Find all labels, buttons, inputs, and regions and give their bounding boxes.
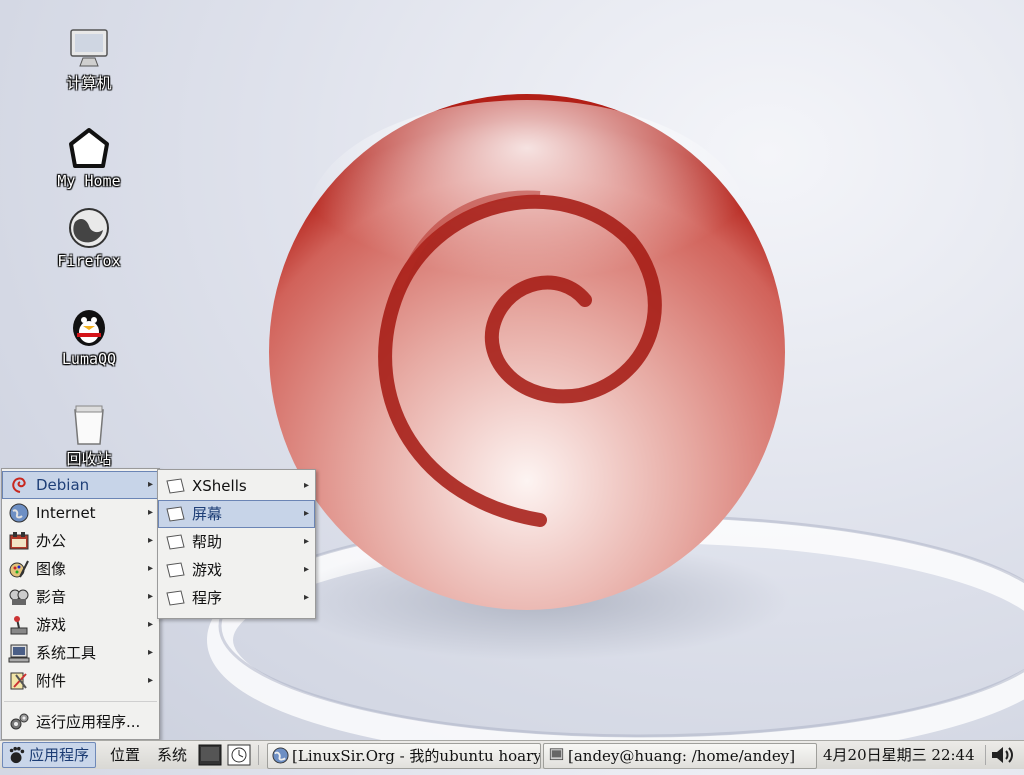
submenu-arrow-icon: ▸ <box>147 591 153 602</box>
multimedia-icon <box>9 589 29 605</box>
desktop-icon-trash[interactable]: 回收站 <box>34 402 144 469</box>
menu-item-label: 程序 <box>192 589 223 607</box>
submenu-item-games[interactable]: 游戏 ▸ <box>158 556 315 584</box>
clock-app-icon <box>227 744 251 766</box>
menu-item-accessories[interactable]: 附件 ▸ <box>2 667 159 695</box>
bottom-panel: 应用程序 位置 系统 [LinuxSir.Org - 我的ubuntu hoar… <box>0 740 1024 769</box>
menu-item-office[interactable]: 办公 ▸ <box>2 527 159 555</box>
graphics-icon <box>9 560 29 578</box>
menu-item-label: XShells <box>192 477 247 495</box>
folder-icon <box>166 478 185 494</box>
folder-icon <box>166 590 185 606</box>
submenu-item-help[interactable]: 帮助 ▸ <box>158 528 315 556</box>
taskbar-button-firefox[interactable]: [LinuxSir.Org - 我的ubuntu hoary... <box>267 743 541 769</box>
menu-item-label: 系统工具 <box>36 644 97 662</box>
desktop-icon-lumaqq[interactable]: LumaQQ <box>34 304 144 368</box>
menu-item-label: 帮助 <box>192 533 223 551</box>
run-gears-icon <box>10 713 29 730</box>
folder-icon <box>166 534 185 550</box>
clock-label: 4月20日星期三 22:44 <box>823 746 975 764</box>
folder-icon <box>166 506 185 522</box>
menu-item-label: Internet <box>36 504 96 522</box>
submenu-arrow-icon: ▸ <box>147 507 153 518</box>
debian-submenu: XShells ▸ 屏幕 ▸ 帮助 ▸ 游戏 ▸ 程序 ▸ <box>157 469 316 619</box>
menu-item-label: 附件 <box>36 672 67 690</box>
menu-item-run-application[interactable]: 运行应用程序... <box>2 708 159 736</box>
taskbar-label: [andey@huang: /home/andey] <box>568 747 796 765</box>
clock[interactable]: 4月20日星期三 22:44 <box>823 741 975 769</box>
terminal-launcher[interactable] <box>198 743 222 771</box>
menu-item-label: 屏幕 <box>192 505 223 523</box>
menu-item-label: 图像 <box>36 560 67 578</box>
system-tools-icon <box>8 644 30 663</box>
submenu-arrow-icon: ▸ <box>147 535 153 546</box>
terminal-icon <box>549 748 564 761</box>
submenu-item-xshells[interactable]: XShells ▸ <box>158 472 315 500</box>
desktop-icon-computer[interactable]: 计算机 <box>34 26 144 93</box>
home-icon <box>69 128 109 168</box>
submenu-arrow-icon: ▸ <box>147 619 153 630</box>
screenshot-launcher[interactable] <box>227 743 251 771</box>
menu-item-label: Debian <box>36 476 90 494</box>
joystick-icon <box>10 616 28 635</box>
places-menu-button[interactable]: 位置 <box>110 741 140 769</box>
folder-icon <box>166 562 185 578</box>
desktop-icon-label: Firefox <box>57 252 121 270</box>
menu-item-label: 游戏 <box>192 561 223 579</box>
desktop-icon-firefox[interactable]: Firefox <box>34 206 144 270</box>
menu-item-multimedia[interactable]: 影音 ▸ <box>2 583 159 611</box>
menu-item-label: 办公 <box>36 532 67 550</box>
applications-menu: Debian ▸ Internet ▸ 办公 ▸ 图像 ▸ 影音 ▸ 游戏 ▸ … <box>1 468 160 740</box>
submenu-arrow-icon: ▸ <box>303 592 309 603</box>
gnome-foot-icon <box>9 746 25 764</box>
submenu-arrow-icon: ▸ <box>303 508 309 519</box>
menu-item-games[interactable]: 游戏 ▸ <box>2 611 159 639</box>
submenu-arrow-icon: ▸ <box>147 479 153 490</box>
firefox-icon <box>272 747 289 764</box>
submenu-arrow-icon: ▸ <box>147 675 153 686</box>
lumaqq-icon <box>73 310 105 346</box>
desktop-icon-label: 回收站 <box>66 450 112 468</box>
submenu-arrow-icon: ▸ <box>303 536 309 547</box>
desktop-icon-label: My Home <box>57 172 121 190</box>
taskbar-label: [LinuxSir.Org - 我的ubuntu hoary... <box>292 747 541 765</box>
menu-item-system-tools[interactable]: 系统工具 ▸ <box>2 639 159 667</box>
panel-separator <box>985 745 986 765</box>
menu-item-graphics[interactable]: 图像 ▸ <box>2 555 159 583</box>
menu-item-debian[interactable]: Debian ▸ <box>2 471 159 499</box>
submenu-arrow-icon: ▸ <box>303 480 309 491</box>
desktop-icon-label: 计算机 <box>66 74 112 92</box>
menu-item-label: 影音 <box>36 588 67 606</box>
menu-item-label: 游戏 <box>36 616 67 634</box>
globe-icon <box>9 503 29 523</box>
menu-item-internet[interactable]: Internet ▸ <box>2 499 159 527</box>
computer-icon <box>70 29 108 67</box>
accessories-icon <box>10 672 27 690</box>
terminal-icon <box>198 744 222 766</box>
debian-icon <box>12 477 26 493</box>
submenu-item-screen[interactable]: 屏幕 ▸ <box>158 500 315 528</box>
speaker-icon <box>992 747 1013 763</box>
desktop-icon-home[interactable]: My Home <box>34 126 144 190</box>
system-label: 系统 <box>157 746 188 764</box>
firefox-icon <box>69 208 109 248</box>
submenu-item-programs[interactable]: 程序 ▸ <box>158 584 315 612</box>
volume-control[interactable] <box>990 743 1018 771</box>
desktop-icon-label: LumaQQ <box>61 350 117 368</box>
panel-separator <box>258 745 259 765</box>
applications-label: 应用程序 <box>29 746 90 764</box>
submenu-arrow-icon: ▸ <box>147 563 153 574</box>
submenu-arrow-icon: ▸ <box>147 647 153 658</box>
taskbar-button-terminal[interactable]: [andey@huang: /home/andey] <box>543 743 817 769</box>
trash-icon <box>74 405 104 445</box>
places-label: 位置 <box>110 746 141 764</box>
menu-item-label: 运行应用程序... <box>36 713 141 731</box>
submenu-arrow-icon: ▸ <box>303 564 309 575</box>
system-menu-button[interactable]: 系统 <box>157 741 187 769</box>
applications-menu-button[interactable]: 应用程序 <box>2 742 97 768</box>
office-icon <box>9 532 29 550</box>
menu-separator <box>4 701 157 702</box>
